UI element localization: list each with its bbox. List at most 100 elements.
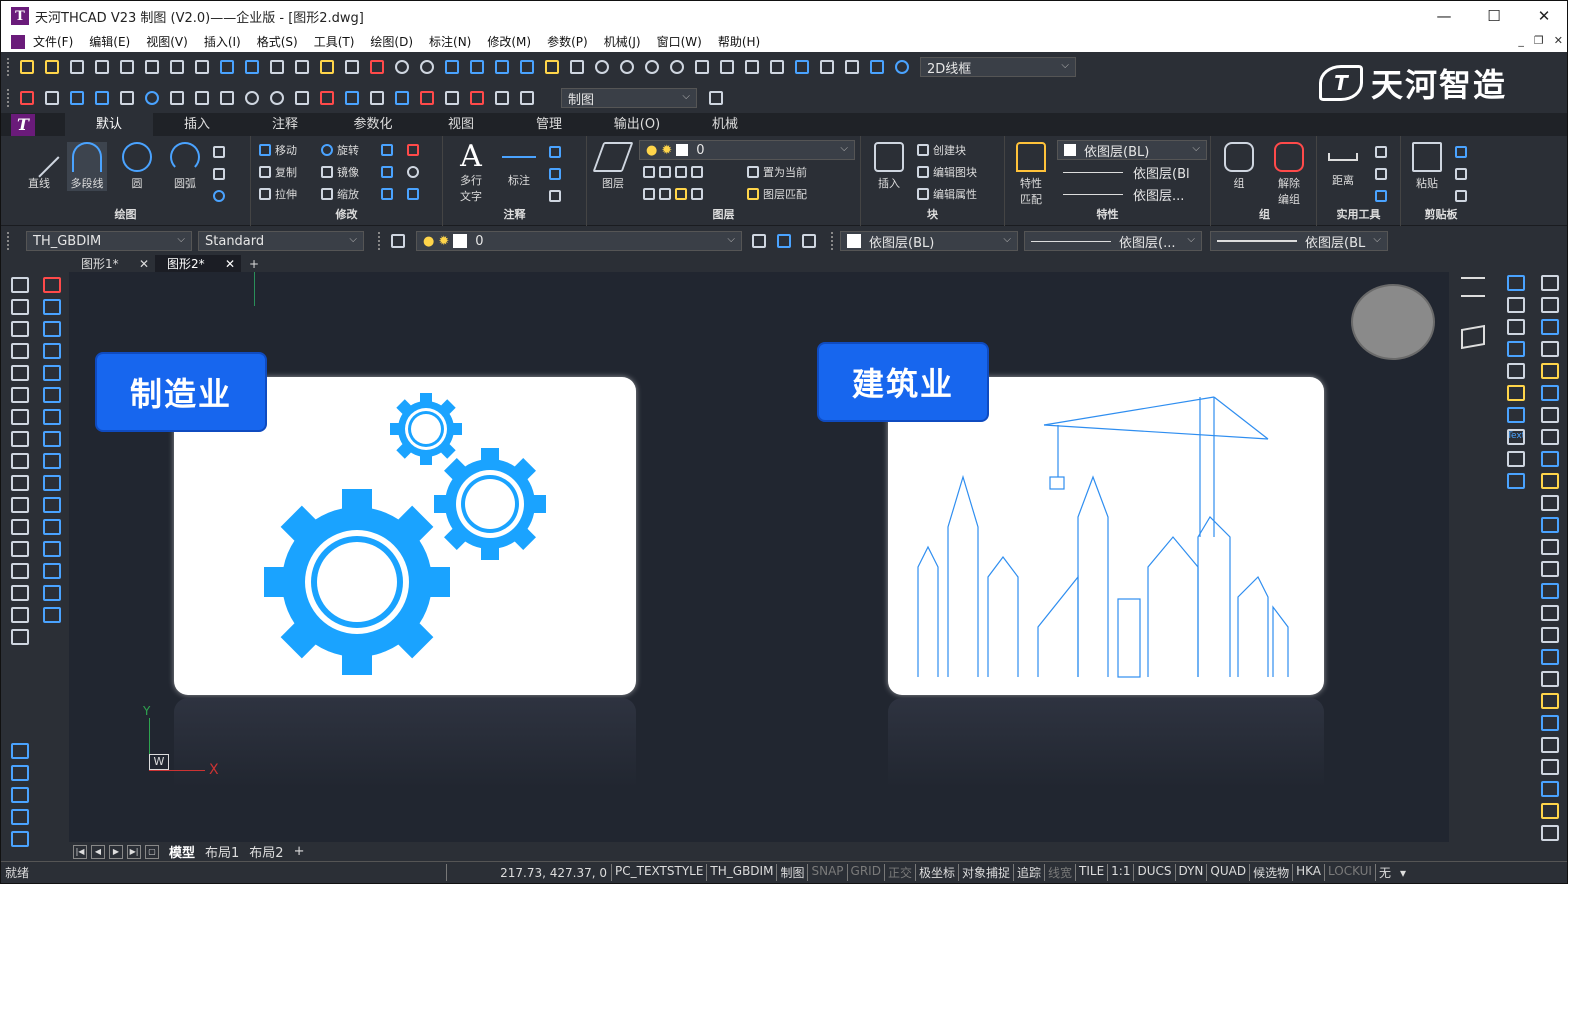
scale-button[interactable]: 缩放 — [321, 184, 359, 204]
zoom-realtime-button[interactable] — [616, 56, 638, 78]
status-toggle[interactable]: 正交 — [883, 864, 915, 881]
snap-point-button[interactable] — [316, 87, 338, 109]
palette-tool-icon[interactable] — [1507, 275, 1525, 291]
palette-tool-icon[interactable] — [1507, 319, 1525, 335]
status-toggle[interactable]: GRID — [846, 864, 884, 881]
status-toggle[interactable]: 1:1 — [1107, 864, 1133, 881]
prev-layout-button[interactable]: ◀ — [91, 844, 105, 859]
palette-tool-icon[interactable] — [1541, 693, 1559, 709]
snap-quadrant-button[interactable] — [241, 87, 263, 109]
utilities-panel-title[interactable]: 实用工具 — [1317, 206, 1400, 222]
edit-attributes-button[interactable]: 编辑属性 — [917, 184, 977, 204]
zoom-previous-button[interactable] — [666, 56, 688, 78]
status-toggle[interactable]: PC_TEXTSTYLE — [611, 864, 706, 881]
redo-button[interactable] — [416, 56, 438, 78]
match-properties-button[interactable]: 特性 匹配 — [1011, 142, 1051, 207]
palette-tool-icon[interactable] — [1541, 451, 1559, 467]
point-tool-icon[interactable] — [11, 497, 29, 513]
palette-tool-icon[interactable] — [1541, 649, 1559, 665]
status-toggle[interactable]: SNAP — [807, 864, 846, 881]
menu-dimension[interactable]: 标注(N) — [429, 33, 471, 50]
mtext-button[interactable]: A 多行 文字 — [451, 142, 491, 204]
print-preview-button[interactable] — [141, 56, 163, 78]
palette-tool-icon[interactable] — [1541, 429, 1559, 445]
menu-draw[interactable]: 绘图(D) — [370, 33, 413, 50]
polyline-tool-button[interactable]: 多段线 — [67, 142, 107, 191]
zoom-window-button[interactable] — [641, 56, 663, 78]
calculator-button[interactable] — [841, 56, 863, 78]
palette-tool-icon[interactable] — [1541, 671, 1559, 687]
status-toggle[interactable]: LOCKUI — [1323, 864, 1375, 881]
help-button[interactable] — [891, 56, 913, 78]
join-tool-icon[interactable] — [43, 541, 61, 557]
settings-sliders-icon[interactable] — [1461, 277, 1485, 297]
tab-mechanical[interactable]: 机械 — [681, 113, 769, 136]
palette-tool-icon[interactable] — [1541, 759, 1559, 775]
doc-tab-drawing1[interactable]: 图形1* ✕ — [69, 255, 155, 272]
menu-mechanical[interactable]: 机械(J) — [604, 33, 641, 50]
toolbar-grip[interactable] — [378, 232, 381, 250]
status-toggle[interactable]: 追踪 — [1012, 864, 1044, 881]
layout-tab-layout1[interactable]: 布局1 — [205, 842, 239, 861]
table-button[interactable] — [516, 87, 538, 109]
view-tool-icon[interactable] — [11, 831, 29, 847]
select-tool-button[interactable] — [1375, 142, 1391, 162]
region-tool-icon[interactable] — [11, 563, 29, 579]
properties-panel-title[interactable]: 特性 — [1005, 206, 1210, 222]
spline-tool-icon[interactable] — [11, 431, 29, 447]
doc-tab-drawing2[interactable]: 图形2* ✕ — [155, 255, 241, 272]
pick-button[interactable] — [441, 56, 463, 78]
create-block-button[interactable]: 创建块 — [917, 140, 966, 160]
group-button[interactable]: 组 — [1219, 142, 1259, 191]
pick-tool-icon[interactable] — [11, 629, 29, 645]
palette-tool-icon[interactable] — [1541, 363, 1559, 379]
insert-block-button[interactable]: 插入 — [869, 142, 909, 191]
snap-settings-button[interactable] — [366, 87, 388, 109]
linetype-quick-select[interactable]: 依图层(... ⌵ — [1024, 231, 1202, 251]
menu-tools[interactable]: 工具(T) — [314, 33, 355, 50]
view-tool-icon[interactable] — [11, 787, 29, 803]
layout-tab-model[interactable]: 模型 — [169, 842, 195, 861]
sheet-set-button[interactable] — [791, 56, 813, 78]
mdi-minimize-button[interactable]: _ — [1518, 34, 1524, 47]
palette-tool-icon[interactable] — [1541, 473, 1559, 489]
status-toggle[interactable]: QUAD — [1206, 864, 1249, 881]
snap-none-button[interactable] — [341, 87, 363, 109]
palette-tool-icon[interactable] — [1507, 429, 1525, 445]
pan-button[interactable] — [591, 56, 613, 78]
block-tool-icon[interactable] — [11, 475, 29, 491]
gradient-tool-icon[interactable] — [11, 541, 29, 557]
view-tool-icon[interactable] — [11, 765, 29, 781]
trim-tool-icon[interactable] — [43, 475, 61, 491]
palette-tool-icon[interactable] — [1507, 407, 1525, 423]
palette-tool-icon[interactable] — [1541, 561, 1559, 577]
design-center-button[interactable] — [741, 56, 763, 78]
table-tool-icon[interactable] — [11, 585, 29, 601]
close-icon[interactable]: ✕ — [139, 257, 149, 271]
palette-tool-icon[interactable] — [1507, 297, 1525, 313]
block-editor-button[interactable] — [341, 56, 363, 78]
polygon-tool-icon[interactable] — [11, 343, 29, 359]
rotate-button[interactable]: 旋转 — [321, 140, 359, 160]
cut-button[interactable] — [241, 56, 263, 78]
draw-panel-title[interactable]: 绘图 — [1, 206, 250, 222]
status-toggle[interactable]: DYN — [1174, 864, 1207, 881]
mirror-button[interactable]: 镜像 — [321, 162, 359, 182]
snap-tangent-button[interactable] — [216, 87, 238, 109]
offset-tool-icon[interactable] — [43, 343, 61, 359]
move-tool-icon[interactable] — [43, 387, 61, 403]
fillet-tool-icon[interactable] — [43, 585, 61, 601]
layer-properties-button[interactable]: 图层 — [592, 142, 634, 191]
application-menu-button[interactable]: T — [11, 113, 35, 136]
make-current-button[interactable] — [748, 230, 770, 252]
hatch-tool-button[interactable] — [213, 164, 229, 184]
palette-tool-icon[interactable] — [1541, 341, 1559, 357]
rotate-tool-icon[interactable] — [43, 409, 61, 425]
copy-base-button[interactable] — [1455, 186, 1471, 206]
palette-tool-icon[interactable] — [1541, 715, 1559, 731]
copy-clip-button[interactable] — [1455, 164, 1471, 184]
clipboard-panel-title[interactable]: 剪贴板 — [1401, 206, 1481, 222]
rectangle-tool-button[interactable] — [213, 142, 229, 162]
drawing-canvas[interactable]: 制造业 建筑业 Y X W — [69, 272, 1449, 842]
line-tool-icon[interactable] — [11, 277, 29, 293]
